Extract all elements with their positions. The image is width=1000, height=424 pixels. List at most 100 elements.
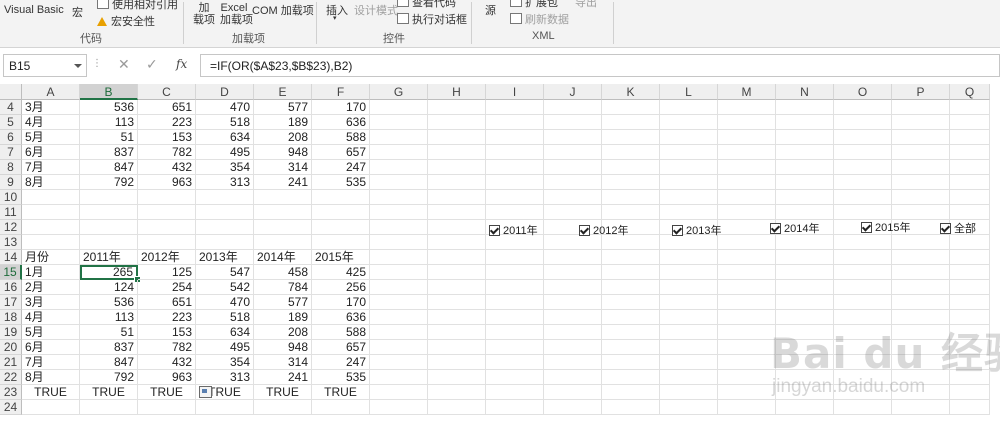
cell-i9[interactable]	[486, 175, 544, 190]
cell-k4[interactable]	[602, 100, 660, 115]
row-header-12[interactable]: 12	[0, 220, 22, 235]
cell-b7[interactable]: 837	[80, 145, 138, 160]
cell-l16[interactable]	[660, 280, 718, 295]
cell-b5[interactable]: 113	[80, 115, 138, 130]
cell-l9[interactable]	[660, 175, 718, 190]
cell-f17[interactable]: 170	[312, 295, 370, 310]
cell-n10[interactable]	[776, 190, 834, 205]
cell-e13[interactable]	[254, 235, 312, 250]
xml-source-button[interactable]: 源	[485, 2, 496, 18]
cell-m24[interactable]	[718, 400, 776, 415]
cell-h21[interactable]	[428, 355, 486, 370]
cell-g18[interactable]	[370, 310, 428, 325]
view-code-button[interactable]: 查看代码	[397, 0, 456, 10]
cell-n11[interactable]	[776, 205, 834, 220]
cell-n23[interactable]	[776, 385, 834, 400]
cell-g11[interactable]	[370, 205, 428, 220]
cell-b12[interactable]	[80, 220, 138, 235]
expand-pack-button[interactable]: 扩展包	[510, 0, 558, 10]
cell-k10[interactable]	[602, 190, 660, 205]
cell-g4[interactable]	[370, 100, 428, 115]
cell-j10[interactable]	[544, 190, 602, 205]
cell-h4[interactable]	[428, 100, 486, 115]
cell-l17[interactable]	[660, 295, 718, 310]
cell-k8[interactable]	[602, 160, 660, 175]
cell-p18[interactable]	[892, 310, 950, 325]
com-addin-button[interactable]: COM 加载项	[252, 2, 314, 18]
insert-dropdown-icon[interactable]: ▾	[333, 14, 337, 22]
cell-d20[interactable]: 495	[196, 340, 254, 355]
cell-n17[interactable]	[776, 295, 834, 310]
cell-k9[interactable]	[602, 175, 660, 190]
cell-h7[interactable]	[428, 145, 486, 160]
row-header-16[interactable]: 16	[0, 280, 22, 295]
cell-h19[interactable]	[428, 325, 486, 340]
cell-q17[interactable]	[950, 295, 990, 310]
cell-d8[interactable]: 354	[196, 160, 254, 175]
cell-g6[interactable]	[370, 130, 428, 145]
cell-e4[interactable]: 577	[254, 100, 312, 115]
row-header-20[interactable]: 20	[0, 340, 22, 355]
addin-button[interactable]: 加 载项	[193, 2, 215, 26]
cell-j18[interactable]	[544, 310, 602, 325]
cell-q14[interactable]	[950, 250, 990, 265]
cell-j11[interactable]	[544, 205, 602, 220]
cell-b8[interactable]: 847	[80, 160, 138, 175]
cell-n13[interactable]	[776, 235, 834, 250]
cell-g10[interactable]	[370, 190, 428, 205]
cell-q11[interactable]	[950, 205, 990, 220]
cell-d7[interactable]: 495	[196, 145, 254, 160]
checkbox-check-icon[interactable]	[861, 221, 872, 233]
cell-h22[interactable]	[428, 370, 486, 385]
checkbox-5[interactable]: 2015年	[861, 219, 910, 235]
cell-m17[interactable]	[718, 295, 776, 310]
select-all-corner[interactable]	[0, 84, 22, 100]
cell-d13[interactable]	[196, 235, 254, 250]
cell-c18[interactable]: 223	[138, 310, 196, 325]
cell-n22[interactable]	[776, 370, 834, 385]
cell-e12[interactable]	[254, 220, 312, 235]
cell-m7[interactable]	[718, 145, 776, 160]
cell-l23[interactable]	[660, 385, 718, 400]
row-header-13[interactable]: 13	[0, 235, 22, 250]
cell-k20[interactable]	[602, 340, 660, 355]
cell-l19[interactable]	[660, 325, 718, 340]
cell-i4[interactable]	[486, 100, 544, 115]
cell-d9[interactable]: 313	[196, 175, 254, 190]
cell-b24[interactable]	[80, 400, 138, 415]
cell-f5[interactable]: 636	[312, 115, 370, 130]
cell-n15[interactable]	[776, 265, 834, 280]
column-header-c[interactable]: C	[138, 84, 196, 100]
paste-options-icon[interactable]	[199, 386, 212, 398]
cell-m8[interactable]	[718, 160, 776, 175]
cell-f21[interactable]: 247	[312, 355, 370, 370]
row-header-21[interactable]: 21	[0, 355, 22, 370]
cell-p10[interactable]	[892, 190, 950, 205]
cell-o5[interactable]	[834, 115, 892, 130]
cell-m11[interactable]	[718, 205, 776, 220]
checkbox-check-icon[interactable]	[579, 224, 590, 236]
cell-a6[interactable]: 5月	[22, 130, 80, 145]
cell-q13[interactable]	[950, 235, 990, 250]
cell-b13[interactable]	[80, 235, 138, 250]
cell-f23[interactable]: TRUE	[312, 385, 370, 400]
cell-k5[interactable]	[602, 115, 660, 130]
checkbox-6[interactable]: 全部	[940, 220, 976, 236]
cell-q6[interactable]	[950, 130, 990, 145]
cell-h11[interactable]	[428, 205, 486, 220]
cell-j20[interactable]	[544, 340, 602, 355]
cell-h16[interactable]	[428, 280, 486, 295]
cell-a4[interactable]: 3月	[22, 100, 80, 115]
cell-q9[interactable]	[950, 175, 990, 190]
cell-k17[interactable]	[602, 295, 660, 310]
cell-h14[interactable]	[428, 250, 486, 265]
column-header-k[interactable]: K	[602, 84, 660, 100]
cell-f6[interactable]: 588	[312, 130, 370, 145]
cell-m23[interactable]	[718, 385, 776, 400]
checkbox-check-icon[interactable]	[672, 224, 683, 236]
row-header-7[interactable]: 7	[0, 145, 22, 160]
cell-c21[interactable]: 432	[138, 355, 196, 370]
cell-h13[interactable]	[428, 235, 486, 250]
row-header-18[interactable]: 18	[0, 310, 22, 325]
cell-f19[interactable]: 588	[312, 325, 370, 340]
